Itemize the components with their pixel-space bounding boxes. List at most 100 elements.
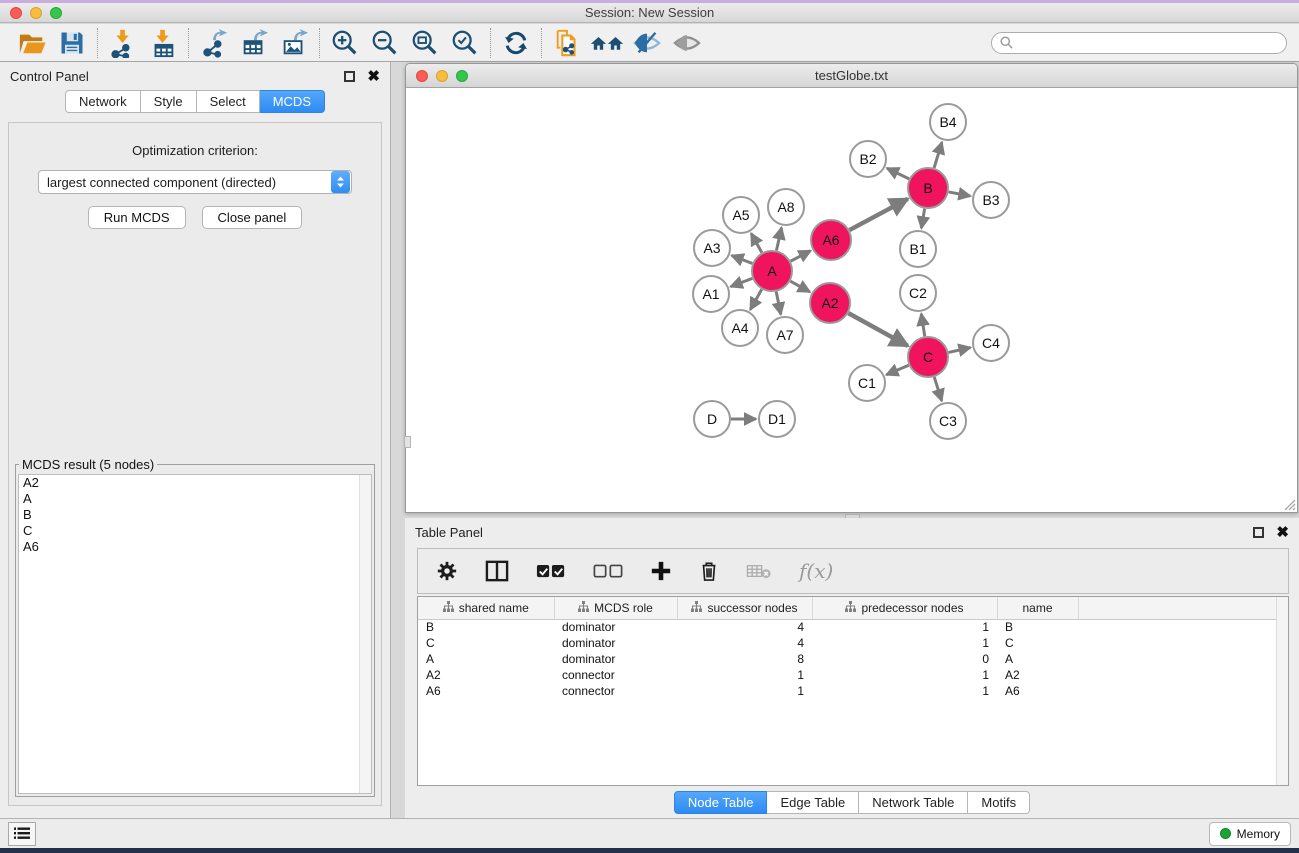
edge-A6-B[interactable] — [850, 199, 908, 230]
task-history-button[interactable] — [8, 822, 36, 846]
result-scrollbar[interactable] — [359, 475, 371, 793]
table-tab-network-table[interactable]: Network Table — [859, 791, 968, 814]
close-panel-button[interactable]: Close panel — [202, 206, 303, 229]
network-canvas[interactable]: AA1A2A3A4A5A6A7A8BB1B2B3B4CC1C2C3C4DD1 — [406, 89, 1297, 512]
delete-column-button[interactable] — [699, 560, 719, 582]
cell: 1 — [812, 683, 997, 699]
column-header-name[interactable]: name — [997, 597, 1078, 619]
select-all-rows-button[interactable] — [536, 564, 566, 579]
edge-A-A5[interactable] — [751, 233, 762, 252]
main-titlebar: Session: New Session — [0, 3, 1299, 23]
tree-icon — [845, 601, 856, 615]
edge-C-C1[interactable] — [886, 365, 908, 375]
table-row[interactable]: Cdominator41C — [418, 635, 1288, 651]
save-session-button[interactable] — [52, 26, 92, 60]
show-details-button[interactable] — [667, 26, 707, 60]
table-row[interactable]: A6connector11A6 — [418, 683, 1288, 699]
toolbar-separator — [490, 28, 491, 58]
close-panel-icon[interactable]: ✖ — [367, 71, 380, 82]
tab-select[interactable]: Select — [197, 90, 260, 113]
window-edge-grip[interactable] — [404, 436, 411, 448]
deselect-all-rows-button[interactable] — [593, 564, 623, 579]
edge-A-A6[interactable] — [791, 251, 811, 262]
table-row[interactable]: Bdominator41B — [418, 619, 1288, 635]
close-table-panel-icon[interactable]: ✖ — [1276, 527, 1289, 538]
tab-network[interactable]: Network — [65, 90, 141, 113]
refresh-button[interactable] — [496, 26, 536, 60]
result-item[interactable]: C — [19, 523, 371, 539]
tab-mcds[interactable]: MCDS — [260, 90, 325, 113]
import-table-button[interactable] — [143, 26, 183, 60]
network-graph[interactable]: AA1A2A3A4A5A6A7A8BB1B2B3B4CC1C2C3C4DD1 — [406, 89, 1297, 512]
float-panel-icon[interactable] — [344, 71, 355, 82]
zoom-out-button[interactable] — [365, 26, 405, 60]
refresh-icon — [502, 29, 530, 57]
node-table[interactable]: shared nameMCDS rolesuccessor nodesprede… — [417, 596, 1289, 786]
edge-C-C4[interactable] — [948, 348, 970, 353]
mcds-result-group: MCDS result (5 nodes) A2ABCA6 — [15, 457, 375, 797]
home-layout-button[interactable] — [587, 26, 627, 60]
mcds-result-list[interactable]: A2ABCA6 — [18, 474, 372, 794]
node-label-A6: A6 — [822, 232, 839, 248]
table-scrollbar[interactable] — [1276, 597, 1288, 785]
cell: dominator — [554, 619, 677, 635]
edge-B-B1[interactable] — [921, 209, 924, 229]
export-network-button[interactable] — [194, 26, 234, 60]
table-tab-edge-table[interactable]: Edge Table — [767, 791, 859, 814]
zoom-selected-button[interactable] — [445, 26, 485, 60]
criterion-select[interactable]: largest connected component (directed) — [38, 170, 352, 194]
table-settings-button[interactable] — [436, 560, 458, 582]
tab-style[interactable]: Style — [141, 90, 197, 113]
result-item[interactable]: A2 — [19, 475, 371, 491]
run-mcds-button[interactable]: Run MCDS — [88, 206, 186, 229]
resize-grip-icon[interactable] — [1282, 497, 1296, 511]
zoom-fit-button[interactable] — [405, 26, 445, 60]
edge-A-A3[interactable] — [732, 256, 753, 264]
result-item[interactable]: A — [19, 491, 371, 507]
cell: B — [418, 619, 554, 635]
export-table-button[interactable] — [234, 26, 274, 60]
add-column-button[interactable] — [650, 560, 672, 582]
node-label-C3: C3 — [939, 413, 957, 429]
table-header-row[interactable]: shared nameMCDS rolesuccessor nodesprede… — [418, 597, 1288, 619]
search-field[interactable] — [991, 32, 1287, 54]
table-row[interactable]: A2connector11A2 — [418, 667, 1288, 683]
split-view-button[interactable] — [485, 560, 509, 582]
column-header-predecessor-nodes[interactable]: predecessor nodes — [812, 597, 997, 619]
edge-A2-C[interactable] — [848, 313, 907, 346]
column-header-successor-nodes[interactable]: successor nodes — [677, 597, 812, 619]
float-table-panel-icon[interactable] — [1253, 527, 1264, 538]
edge-A-A7[interactable] — [776, 292, 781, 315]
open-file-button[interactable] — [12, 26, 52, 60]
edge-A-A2[interactable] — [790, 281, 809, 292]
column-header-MCDS-role[interactable]: MCDS role — [554, 597, 677, 619]
edge-A-A8[interactable] — [776, 228, 781, 251]
network-window-titlebar[interactable]: testGlobe.txt — [406, 64, 1297, 88]
memory-button[interactable]: Memory — [1209, 822, 1291, 846]
edge-B-B2[interactable] — [887, 168, 909, 179]
delete-table-button[interactable] — [746, 563, 772, 579]
table-row[interactable]: Adominator80A — [418, 651, 1288, 667]
eye-slash-icon — [632, 29, 662, 57]
column-header-shared-name[interactable]: shared name — [418, 597, 554, 619]
edge-C-C2[interactable] — [921, 314, 925, 337]
import-network-button[interactable] — [103, 26, 143, 60]
clone-network-button[interactable] — [547, 26, 587, 60]
node-label-B3: B3 — [982, 192, 999, 208]
hide-details-button[interactable] — [627, 26, 667, 60]
table-tab-motifs[interactable]: Motifs — [968, 791, 1030, 814]
export-image-button[interactable] — [274, 26, 314, 60]
edge-B-B3[interactable] — [949, 192, 971, 196]
edge-A-A4[interactable] — [750, 289, 761, 309]
save-floppy-icon — [58, 29, 86, 57]
search-input[interactable] — [1018, 36, 1278, 50]
result-item[interactable]: B — [19, 507, 371, 523]
edge-C-C3[interactable] — [934, 377, 941, 401]
result-item[interactable]: A6 — [19, 539, 371, 555]
edge-A-A1[interactable] — [731, 278, 753, 286]
zoom-in-button[interactable] — [325, 26, 365, 60]
double-home-icon — [590, 29, 624, 57]
function-builder-button[interactable]: f(x) — [799, 559, 833, 583]
table-tab-node-table[interactable]: Node Table — [674, 791, 768, 814]
edge-B-B4[interactable] — [934, 142, 942, 168]
